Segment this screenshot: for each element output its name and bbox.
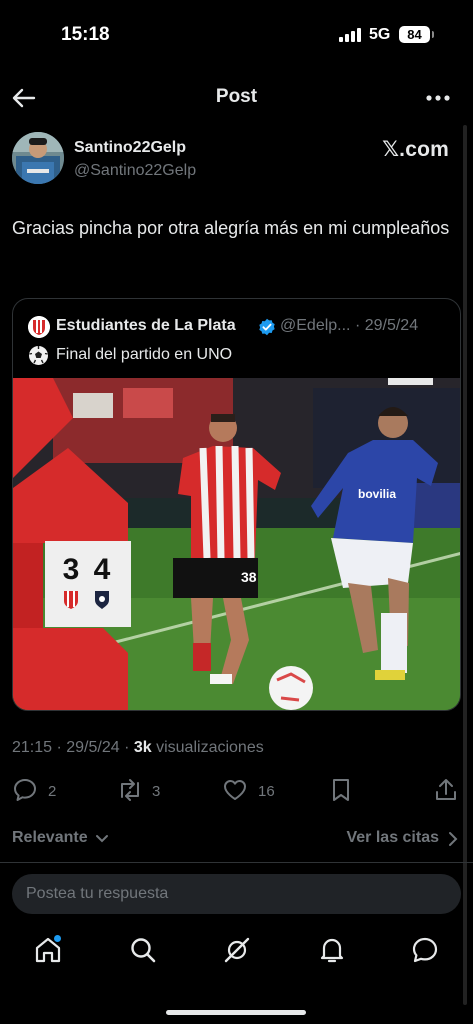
sort-dropdown[interactable]: Relevante (12, 829, 88, 847)
notification-dot (54, 935, 61, 942)
quoted-author-handle: @Edelp... · 29/5/24 (280, 317, 419, 334)
reply-input[interactable]: Postea tu respuesta (12, 874, 461, 914)
match-photo[interactable]: 3 4 38 bovilia (13, 378, 460, 710)
tab-notifications[interactable] (317, 935, 347, 965)
divider (0, 862, 473, 863)
home-indicator[interactable] (166, 1010, 306, 1015)
heart-icon (224, 780, 246, 800)
status-bar: 15:18 5G 84 (0, 0, 473, 70)
search-icon (131, 938, 156, 963)
post-actions: 2 3 16 (0, 773, 473, 809)
repost-count: 3 (152, 783, 161, 800)
signal-icon (339, 28, 363, 42)
reply-icon (14, 779, 36, 801)
page-title: Post (215, 86, 258, 107)
like-count: 16 (258, 783, 275, 800)
share-button[interactable] (433, 777, 461, 805)
score-home: 3 (63, 553, 80, 586)
quoted-post-text: Final del partido en UNO (56, 346, 233, 363)
bottom-tab-bar (0, 925, 473, 985)
post-meta: 21:15 · 29/5/24 · 3k visualizaciones (12, 739, 264, 757)
view-quotes-link[interactable]: Ver las citas (346, 829, 439, 847)
soccer-ball-icon (29, 346, 48, 365)
more-dots-icon (426, 95, 450, 101)
repost-icon (121, 779, 139, 801)
x-watermark: 𝕏.com (382, 138, 449, 161)
verified-badge-icon (259, 318, 275, 336)
estudiantes-logo-icon (28, 316, 50, 338)
post-timestamp: 21:15 · 29/5/24 · (12, 739, 134, 756)
chevron-right-icon[interactable] (446, 831, 460, 847)
author-name[interactable]: Santino22Gelp (74, 139, 186, 157)
reply-placeholder: Postea tu respuesta (26, 885, 169, 902)
reply-count: 2 (48, 783, 57, 800)
reply-button[interactable]: 2 (12, 777, 72, 805)
messages-icon (412, 937, 438, 963)
more-button[interactable] (424, 84, 454, 112)
tab-search[interactable] (128, 935, 158, 965)
tab-grok[interactable] (222, 935, 252, 965)
author-handle[interactable]: @Santino22Gelp (74, 162, 196, 180)
replies-sort-bar: Relevante Ver las citas (0, 826, 473, 852)
status-time: 15:18 (61, 24, 110, 45)
share-icon (436, 779, 456, 800)
scrollbar[interactable] (463, 125, 467, 1005)
grok-icon (224, 937, 250, 963)
like-button[interactable]: 16 (222, 777, 282, 805)
score-away: 4 (94, 553, 111, 586)
quoted-author-name: Estudiantes de La Plata (56, 317, 236, 334)
chevron-down-icon[interactable] (95, 832, 109, 846)
bookmark-icon (333, 779, 349, 801)
post-author: Santino22Gelp @Santino22Gelp 𝕏.com (0, 130, 473, 190)
notifications-icon (320, 938, 344, 963)
views-label: visualizaciones (151, 739, 264, 756)
sponsor-text: bovilia (358, 487, 396, 501)
post-text: Gracias pincha por otra alegría más en m… (12, 218, 450, 238)
top-bar: Post (0, 78, 473, 118)
battery-icon: 84 (399, 26, 430, 43)
repost-button[interactable]: 3 (116, 777, 176, 805)
battery-tip (432, 31, 434, 38)
bookmark-button[interactable] (328, 777, 356, 805)
quoted-post[interactable]: Estudiantes de La Plata @Edelp... · 29/5… (12, 298, 461, 711)
player-number: 38 (241, 569, 257, 585)
tab-messages[interactable] (410, 935, 440, 965)
views-count: 3k (133, 739, 152, 756)
network-type: 5G (369, 26, 391, 43)
avatar[interactable] (12, 132, 64, 184)
